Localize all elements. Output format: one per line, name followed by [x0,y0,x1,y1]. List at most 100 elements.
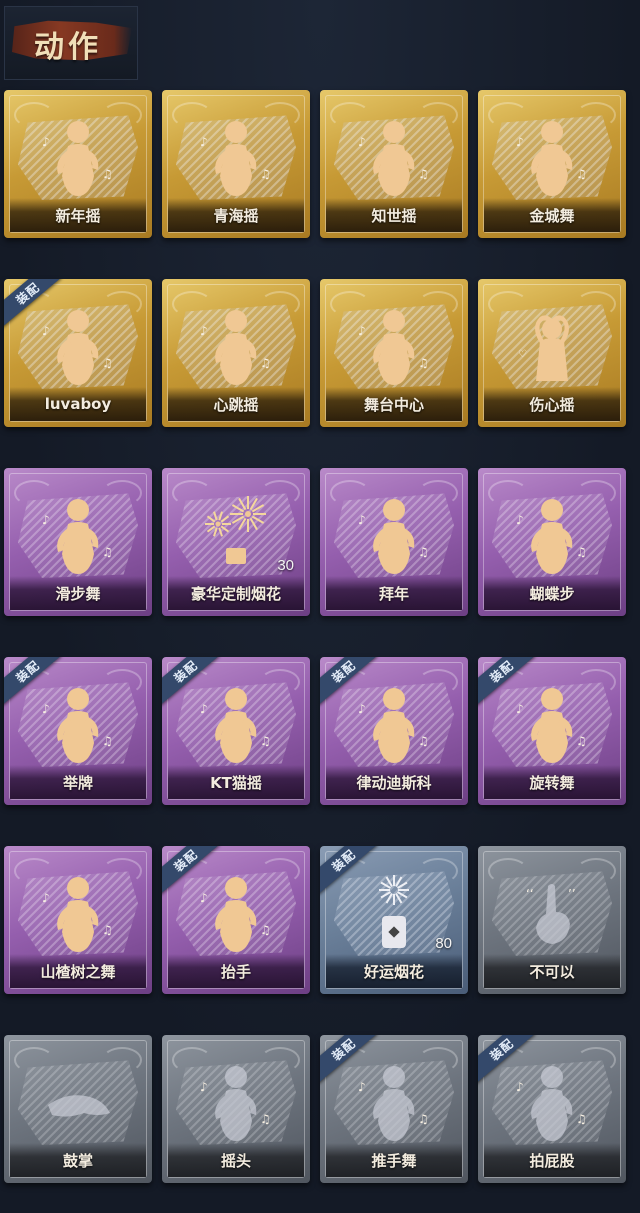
action-card[interactable]: ♪ ♫ 舞台中心 [320,279,468,427]
raising-hand-figure-icon: ♪ ♫ [196,872,276,956]
dancer-figure-icon: ♪ ♫ [38,872,118,956]
card-label-bar: 律动迪斯科 [326,765,462,799]
card-label-bar: luvaboy [10,387,146,421]
card-label-bar: 滑步舞 [10,576,146,610]
svg-text:♫: ♫ [260,167,271,181]
card-label-bar: 旋转舞 [484,765,620,799]
svg-text:♫: ♫ [260,734,271,748]
action-name: 新年摇 [55,206,101,225]
action-card[interactable]: ♪ ♫ 装配 拍屁股 [478,1035,626,1183]
action-card[interactable]: ♪ ♫ 装配 抬手 [162,846,310,994]
bowing-figure-icon: ♪ ♫ [354,494,434,578]
push-hands-figure-icon: ♪ ♫ [354,1061,434,1145]
dancer-figure-icon: ♪ ♫ [196,116,276,200]
svg-text:♫: ♫ [260,1112,271,1126]
svg-text:♫: ♫ [418,1112,429,1126]
card-label-bar: 心跳摇 [168,387,304,421]
action-card[interactable]: 30 豪华定制烟花 [162,468,310,616]
svg-text:♪: ♪ [358,324,366,338]
card-label-bar: 不可以 [484,954,620,988]
action-card[interactable]: ♪ ♫ 装配 举牌 [4,657,152,805]
action-name: 旋转舞 [529,773,575,792]
svg-text:♪: ♪ [42,513,50,527]
page-title: 动作 [34,30,102,65]
action-card[interactable]: ‘‘ ’’ 不可以 [478,846,626,994]
action-name: 伤心摇 [529,395,575,414]
card-label-bar: 豪华定制烟花 [168,576,304,610]
dancer-figure-icon: ♪ ♫ [512,494,592,578]
action-card[interactable]: ♪ ♫ 摇头 [162,1035,310,1183]
action-name: 拜年 [378,584,409,603]
finger-wag-icon: ‘‘ ’’ [512,872,592,956]
action-card[interactable]: ♪ ♫ 新年摇 [4,90,152,238]
action-name: 金城舞 [529,206,575,225]
card-label-bar: 推手舞 [326,1143,462,1177]
svg-text:♫: ♫ [418,356,429,370]
card-label-bar: 好运烟花 [326,954,462,988]
card-label-bar: 新年摇 [10,198,146,232]
svg-text:♫: ♫ [102,923,113,937]
action-name: 滑步舞 [55,584,101,603]
card-label-bar: 鼓掌 [10,1143,146,1177]
action-card[interactable]: ♪ ♫ 心跳摇 [162,279,310,427]
svg-text:♫: ♫ [576,167,587,181]
dancer-figure-icon: ♪ ♫ [354,116,434,200]
card-label-bar: 抬手 [168,954,304,988]
svg-text:‘‘: ‘‘ [526,887,534,901]
disco-figure-icon: ♪ ♫ [354,683,434,767]
action-name: KT猫摇 [210,773,262,792]
svg-text:♪: ♪ [42,324,50,338]
action-name: 举牌 [62,773,93,792]
action-card[interactable]: ♪ ♫ 青海摇 [162,90,310,238]
svg-text:♫: ♫ [102,167,113,181]
svg-text:♫: ♫ [418,545,429,559]
svg-text:♪: ♪ [42,135,50,149]
action-card[interactable]: ♪ ♫ 拜年 [320,468,468,616]
action-card[interactable]: ♪ ♫ 山楂树之舞 [4,846,152,994]
svg-text:’’: ’’ [568,887,576,901]
action-card[interactable]: ♪ ♫ 装配 推手舞 [320,1035,468,1183]
action-card[interactable]: ♪ ♫ 装配 KT猫摇 [162,657,310,805]
svg-text:♫: ♫ [260,923,271,937]
dancer-figure-icon: ♪ ♫ [38,305,118,389]
head-shake-figure-icon: ♪ ♫ [196,1061,276,1145]
dancer-figure-icon: ♪ ♫ [512,116,592,200]
svg-text:♫: ♫ [102,734,113,748]
fireworks-icon [196,494,276,578]
action-grid: ♪ ♫ 新年摇 ♪ ♫ 青海摇 ♪ ♫ 知世摇 ♪ ♫ 金城舞 ♪ ♫ 装配 l… [4,90,636,1183]
action-card[interactable]: ♡ 伤心摇 [478,279,626,427]
card-label-bar: 蝴蝶步 [484,576,620,610]
action-name: 拍屁股 [529,1151,575,1170]
item-count: 80 [435,935,452,952]
svg-text:♪: ♪ [358,513,366,527]
action-name: 山楂树之舞 [40,962,116,981]
card-label-bar: 金城舞 [484,198,620,232]
action-card[interactable]: ♪ ♫ 知世摇 [320,90,468,238]
dancer-figure-icon: ♪ ♫ [38,494,118,578]
action-card[interactable]: ♪ ♫ 装配 luvaboy [4,279,152,427]
action-name: 好运烟花 [363,962,424,981]
action-card[interactable]: ♪ ♫ 装配 旋转舞 [478,657,626,805]
card-label-bar: 知世摇 [326,198,462,232]
action-card[interactable]: ♪ ♫ 金城舞 [478,90,626,238]
action-card[interactable]: ♪ ♫ 装配 律动迪斯科 [320,657,468,805]
svg-text:♪: ♪ [516,1080,524,1094]
dancer-figure-icon: ♪ ♫ [38,116,118,200]
card-label-bar: 舞台中心 [326,387,462,421]
dancer-figure-icon: ♪ ♫ [196,683,276,767]
card-label-bar: 举牌 [10,765,146,799]
svg-text:♫: ♫ [102,356,113,370]
card-label-bar: 山楂树之舞 [10,954,146,988]
action-card[interactable]: 鼓掌 [4,1035,152,1183]
action-name: luvaboy [44,395,112,413]
action-card[interactable]: ♪ ♫ 蝴蝶步 [478,468,626,616]
sign-holding-figure-icon: ♪ ♫ [38,683,118,767]
action-name: 推手舞 [371,1151,417,1170]
action-card[interactable]: ♪ ♫ 滑步舞 [4,468,152,616]
svg-text:♫: ♫ [576,1112,587,1126]
action-card[interactable]: 80 装配 好运烟花 [320,846,468,994]
svg-text:♪: ♪ [516,513,524,527]
dancer-figure-icon: ♪ ♫ [354,305,434,389]
svg-text:♪: ♪ [358,702,366,716]
svg-text:♫: ♫ [576,545,587,559]
